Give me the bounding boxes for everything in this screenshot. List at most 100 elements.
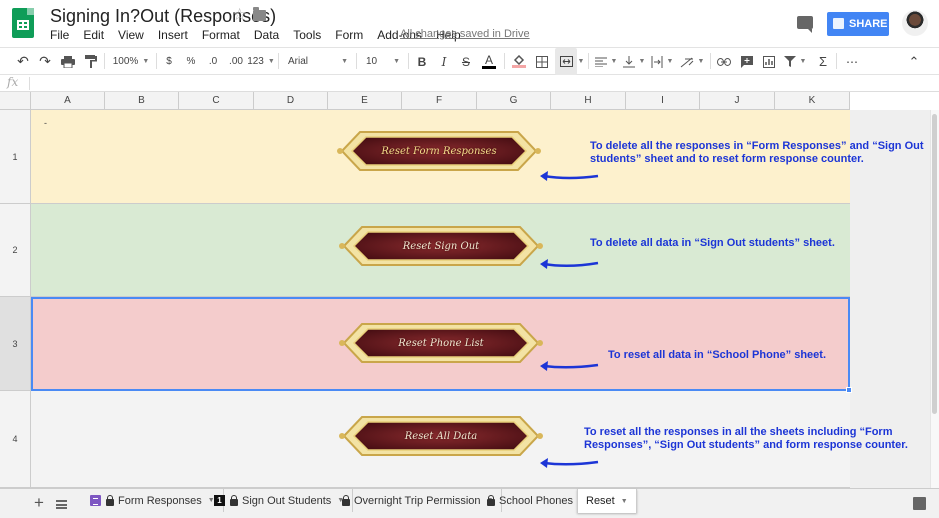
insert-comment-icon[interactable] [738,48,756,75]
italic-button[interactable]: I [436,48,452,75]
print-icon[interactable] [58,48,78,75]
toolbar: ↶ ↷ 100% ▼ $ % .0 .00 123 ▼ Arial ▼ 10 ▼ B I… [0,47,939,75]
lock-icon [342,494,350,506]
row-header[interactable]: 1 [0,110,31,204]
chevron-down-icon: ▼ [393,58,400,65]
fill-color-icon[interactable] [510,48,528,75]
reset-form-responses-button[interactable]: Reset Form Responses [334,126,544,176]
menu-tools[interactable]: Tools [293,28,321,42]
strikethrough-button[interactable]: S [458,48,474,75]
column-header[interactable]: D [254,92,328,110]
menu-format[interactable]: Format [202,28,240,42]
collapse-icon[interactable]: ⌃ [904,48,924,75]
zoom-value: 100% [112,56,139,67]
note-line: To reset all the responses in all the sh… [584,426,893,438]
fx-icon: fx [7,75,19,89]
tab-label: School Phones [499,494,573,507]
column-header[interactable]: H [551,92,626,110]
sheets-logo-icon[interactable] [12,8,34,38]
chevron-down-icon[interactable]: ▼ [577,48,585,75]
column-header[interactable]: I [626,92,700,110]
share-button[interactable]: SHARE [827,12,889,36]
chevron-down-icon[interactable]: ▼ [621,498,628,505]
column-header[interactable]: G [477,92,551,110]
tab-sign-out-students[interactable]: 1 Sign Out Students ▼ [206,489,354,512]
font-size-select[interactable]: 10 ▼ [362,48,404,75]
insert-chart-icon[interactable] [760,48,778,75]
star-icon[interactable]: ☆ [232,5,247,25]
note-reset-form-responses: To delete all the responses in “Form Res… [590,140,924,166]
folder-icon[interactable] [253,7,266,21]
cell-a1-text: - [44,118,47,128]
increase-decimal-button[interactable]: .00 [226,48,246,75]
text-rotation-icon[interactable]: ▼ [678,48,706,75]
more-icon[interactable]: ⋯ [842,48,862,75]
avatar[interactable] [902,10,928,36]
lock-icon [230,494,238,506]
tab-overnight-trip-permission[interactable]: Overnight Trip Permission ▼ [334,489,503,512]
menu-data[interactable]: Data [254,28,279,42]
share-label: SHARE [849,18,888,30]
text-wrap-icon[interactable]: ▼ [650,48,674,75]
text-color-button[interactable]: A [480,48,498,75]
row-header[interactable]: 3 [0,297,31,391]
undo-icon[interactable]: ↶ [14,48,32,75]
font-value: Arial [288,56,309,67]
comments-icon[interactable] [797,16,813,33]
column-header[interactable]: F [402,92,477,110]
formula-input[interactable] [36,75,926,91]
title-bar: Signing In?Out (Responses) ☆ File Edit V… [0,0,939,46]
reset-sign-out-button[interactable]: Reset Sign Out [336,221,546,271]
text-color-label: A [484,53,493,67]
column-header[interactable]: C [179,92,254,110]
borders-icon[interactable] [533,48,551,75]
spreadsheet-grid: A B C D E F G H I J K 1 2 3 4 - Reset Fo… [0,92,939,488]
horizontal-align-icon[interactable]: ▼ [594,48,618,75]
percent-button[interactable]: % [184,48,198,75]
menu-file[interactable]: File [50,28,69,42]
tab-form-responses[interactable]: Form Responses ▼ [82,489,224,512]
paint-format-icon[interactable] [82,48,100,75]
font-size-value: 10 [366,56,378,67]
vertical-align-icon[interactable]: ▼ [622,48,646,75]
menu-insert[interactable]: Insert [158,28,188,42]
note-line: To reset all data in “School Phone” shee… [608,349,827,361]
reset-phone-list-button[interactable]: Reset Phone List [336,318,546,368]
column-header[interactable]: J [700,92,775,110]
tab-reset[interactable]: Reset ▼ [577,489,637,513]
column-header[interactable]: K [775,92,850,110]
lock-icon [833,18,844,29]
merge-cells-icon[interactable] [555,48,577,75]
fill-handle[interactable] [846,387,852,393]
column-header[interactable]: E [328,92,402,110]
column-header[interactable]: B [105,92,179,110]
more-formats-label: 123 [247,56,264,67]
vertical-scrollbar-thumb[interactable] [932,114,937,414]
select-all-corner[interactable] [0,92,31,110]
add-sheet-icon[interactable]: + [34,493,44,513]
note-reset-sign-out: To delete all data in “Sign Out students… [590,237,835,250]
tab-label: Overnight Trip Permission [354,494,481,507]
more-formats-button[interactable]: 123 ▼ [247,48,275,75]
all-sheets-icon[interactable] [56,500,67,509]
menu-view[interactable]: View [118,28,144,42]
tab-label: Sign Out Students [242,494,332,507]
font-select[interactable]: Arial ▼ [284,48,352,75]
menu-form[interactable]: Form [335,28,363,42]
row-header[interactable]: 2 [0,204,31,297]
redo-icon[interactable]: ↷ [36,48,54,75]
filter-icon[interactable]: ▼ [782,48,808,75]
save-status[interactable]: All changes saved in Drive [400,28,530,40]
zoom-select[interactable]: 100% ▼ [110,48,152,75]
bold-button[interactable]: B [414,48,430,75]
row-header[interactable]: 4 [0,391,31,488]
decrease-decimal-button[interactable]: .0 [204,48,222,75]
arrow-left-icon [540,259,599,269]
explore-icon[interactable] [913,497,926,510]
column-header[interactable]: A [31,92,105,110]
functions-icon[interactable]: Σ [814,48,832,75]
insert-link-icon[interactable] [715,48,733,75]
menu-edit[interactable]: Edit [83,28,104,42]
currency-button[interactable]: $ [162,48,176,75]
reset-all-data-button[interactable]: Reset All Data [336,411,546,461]
